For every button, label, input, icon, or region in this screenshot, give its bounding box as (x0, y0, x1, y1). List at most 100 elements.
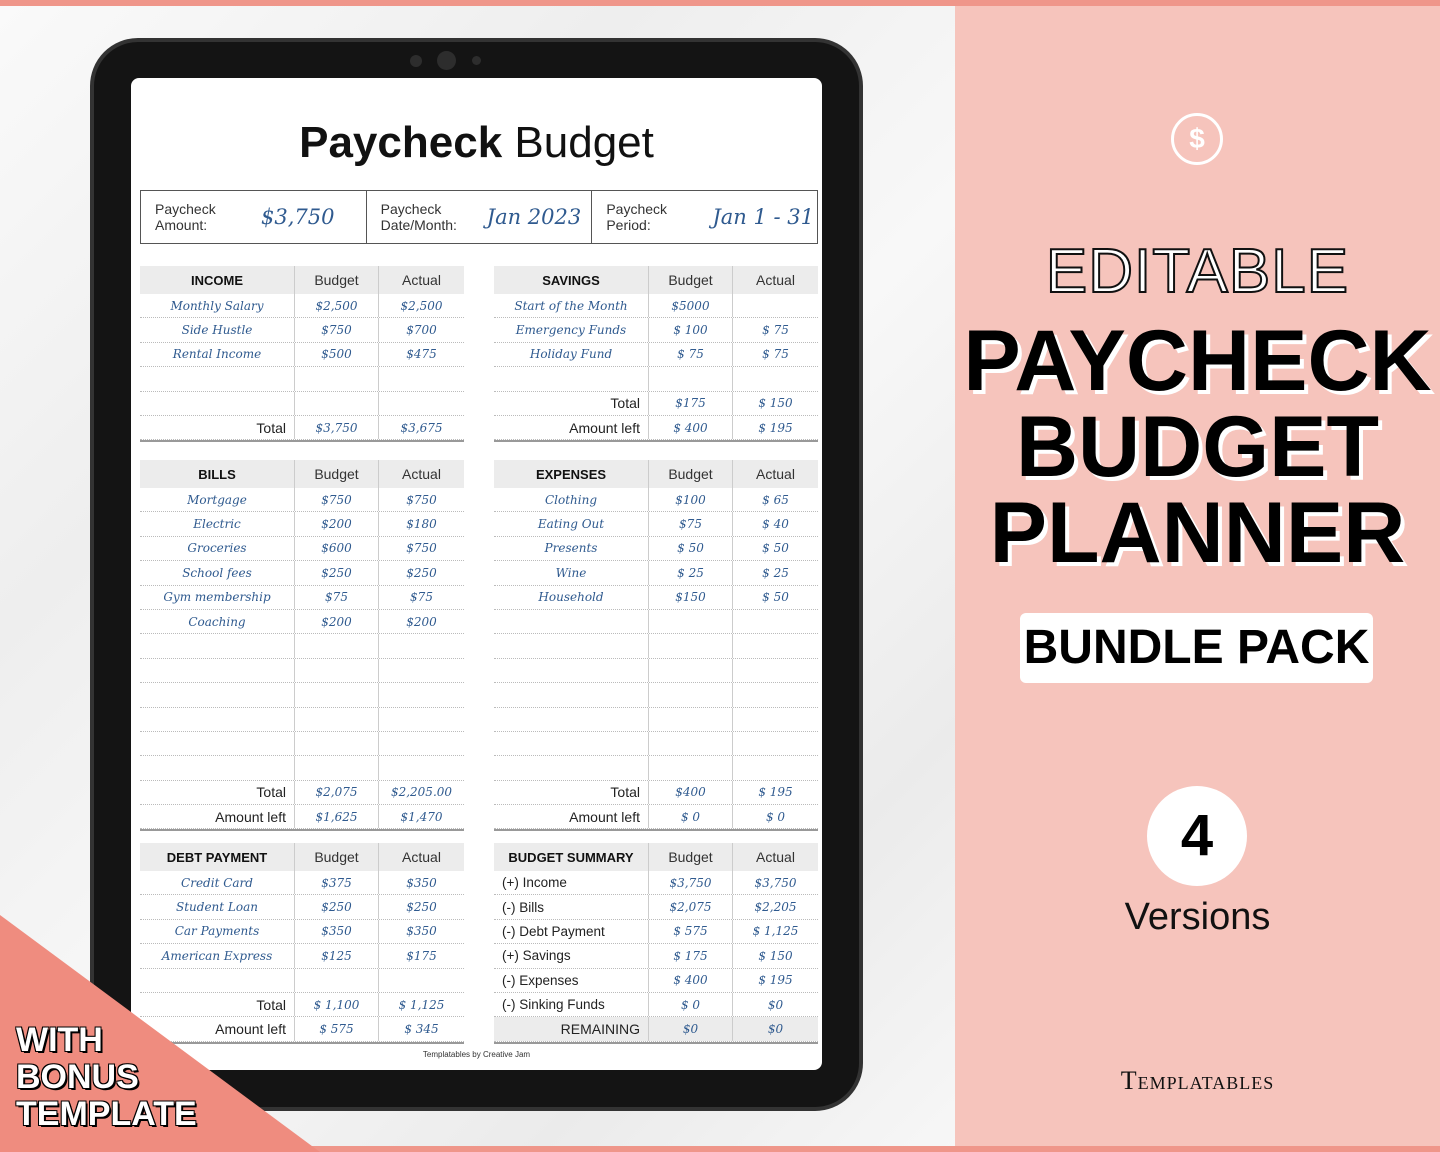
label-cell[interactable]: Start of the Month (494, 294, 649, 318)
label-cell[interactable] (140, 391, 295, 415)
budget-cell[interactable]: $2,075 (649, 895, 733, 919)
actual-cell[interactable] (379, 708, 464, 731)
budget-cell[interactable] (295, 968, 379, 992)
budget-cell[interactable]: $ 100 (649, 318, 733, 342)
budget-cell[interactable]: $5000 (649, 294, 733, 318)
budget-cell[interactable]: $600 (295, 536, 379, 561)
budget-cell[interactable] (295, 391, 379, 415)
label-cell[interactable]: Monthly Salary (140, 294, 295, 318)
actual-cell[interactable]: $ 195 (733, 969, 818, 992)
actual-cell[interactable] (733, 610, 818, 633)
budget-cell[interactable] (649, 731, 733, 756)
actual-cell[interactable]: $ 1,125 (733, 920, 818, 943)
label-cell[interactable]: Gym membership (140, 585, 295, 609)
actual-cell[interactable] (733, 634, 818, 657)
info-value[interactable]: Jan 1 - 31 (712, 205, 814, 229)
budget-cell[interactable]: $250 (295, 895, 379, 919)
budget-cell[interactable] (295, 683, 379, 707)
actual-cell[interactable]: $ 150 (733, 944, 818, 967)
budget-cell[interactable] (649, 609, 733, 634)
actual-cell[interactable]: $250 (379, 561, 464, 584)
budget-cell[interactable] (649, 634, 733, 658)
label-cell[interactable]: School fees (140, 561, 295, 585)
actual-cell[interactable] (733, 732, 818, 755)
actual-cell[interactable]: $700 (379, 318, 464, 341)
budget-cell[interactable]: $375 (295, 871, 379, 895)
label-cell[interactable]: Car Payments (140, 919, 295, 944)
budget-cell[interactable]: $125 (295, 944, 379, 968)
label-cell[interactable]: American Express (140, 944, 295, 968)
label-cell[interactable] (140, 658, 295, 683)
budget-cell[interactable]: $0 (649, 1017, 733, 1041)
label-cell[interactable]: Wine (494, 561, 649, 585)
label-cell[interactable]: Emergency Funds (494, 318, 649, 342)
budget-cell[interactable]: $ 75 (649, 342, 733, 367)
budget-cell[interactable] (649, 707, 733, 731)
budget-cell[interactable] (649, 658, 733, 683)
actual-cell[interactable] (379, 392, 464, 415)
label-cell[interactable]: Student Loan (140, 895, 295, 919)
actual-cell[interactable] (733, 683, 818, 706)
label-cell[interactable] (140, 756, 295, 780)
budget-cell[interactable]: $ 0 (649, 992, 733, 1017)
label-cell[interactable]: Mortgage (140, 488, 295, 512)
actual-cell[interactable] (379, 683, 464, 706)
budget-cell[interactable]: $750 (295, 488, 379, 512)
actual-cell[interactable]: $ 25 (733, 561, 818, 584)
budget-cell[interactable]: $150 (649, 585, 733, 609)
label-cell[interactable] (494, 367, 649, 391)
label-cell[interactable] (494, 634, 649, 658)
budget-cell[interactable] (295, 756, 379, 780)
label-cell[interactable] (140, 634, 295, 658)
actual-cell[interactable]: $180 (379, 512, 464, 535)
budget-cell[interactable] (295, 707, 379, 731)
budget-cell[interactable]: $3,750 (649, 871, 733, 895)
budget-cell[interactable]: $200 (295, 609, 379, 634)
budget-cell[interactable] (649, 367, 733, 391)
label-cell[interactable] (494, 707, 649, 731)
budget-cell[interactable] (295, 367, 379, 391)
budget-cell[interactable]: $100 (649, 488, 733, 512)
label-cell[interactable]: Holiday Fund (494, 342, 649, 367)
actual-cell[interactable]: $ 75 (733, 318, 818, 341)
actual-cell[interactable]: $750 (379, 488, 464, 511)
actual-cell[interactable]: $175 (379, 944, 464, 967)
label-cell[interactable] (140, 707, 295, 731)
label-cell[interactable]: Presents (494, 536, 649, 561)
actual-cell[interactable] (379, 969, 464, 992)
actual-cell[interactable]: $350 (379, 871, 464, 894)
budget-cell[interactable]: $500 (295, 342, 379, 367)
info-value[interactable]: $3,750 (261, 205, 334, 229)
actual-cell[interactable] (733, 294, 818, 317)
budget-cell[interactable]: $ 50 (649, 536, 733, 561)
label-cell[interactable]: Credit Card (140, 871, 295, 895)
actual-cell[interactable]: $3,750 (733, 871, 818, 894)
budget-cell[interactable]: $ 575 (649, 919, 733, 944)
budget-cell[interactable] (295, 731, 379, 756)
actual-cell[interactable]: $ 40 (733, 512, 818, 535)
label-cell[interactable] (494, 683, 649, 707)
actual-cell[interactable]: $ 50 (733, 586, 818, 609)
actual-cell[interactable] (379, 756, 464, 779)
label-cell[interactable] (494, 731, 649, 756)
actual-cell[interactable] (379, 367, 464, 390)
budget-cell[interactable] (295, 634, 379, 658)
label-cell[interactable] (140, 367, 295, 391)
actual-cell[interactable]: $250 (379, 895, 464, 918)
label-cell[interactable]: Electric (140, 512, 295, 536)
budget-cell[interactable]: $2,500 (295, 294, 379, 318)
budget-cell[interactable] (649, 683, 733, 707)
budget-cell[interactable]: $75 (295, 585, 379, 609)
actual-cell[interactable]: $ 75 (733, 343, 818, 366)
actual-cell[interactable]: $2,205 (733, 895, 818, 918)
actual-cell[interactable] (379, 659, 464, 682)
label-cell[interactable]: Clothing (494, 488, 649, 512)
label-cell[interactable]: Eating Out (494, 512, 649, 536)
actual-cell[interactable]: $750 (379, 537, 464, 560)
budget-cell[interactable]: $ 400 (649, 968, 733, 992)
actual-cell[interactable] (733, 659, 818, 682)
actual-cell[interactable]: $0 (733, 993, 818, 1016)
label-cell[interactable] (140, 731, 295, 756)
budget-cell[interactable]: $200 (295, 512, 379, 536)
budget-cell[interactable]: $ 25 (649, 561, 733, 585)
